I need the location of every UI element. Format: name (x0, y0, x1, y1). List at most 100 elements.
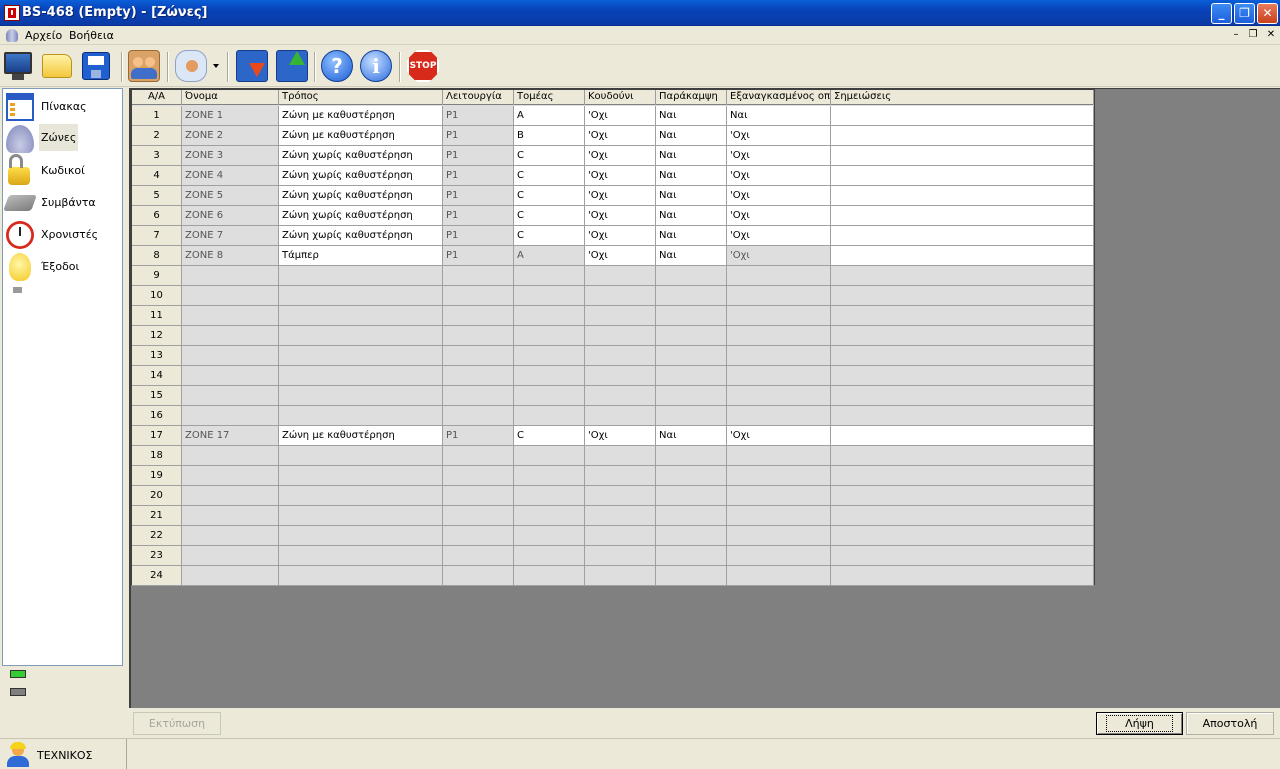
cell-bell[interactable] (585, 406, 656, 426)
cell-bypass[interactable]: Ναι (656, 146, 727, 166)
cell-forced[interactable]: 'Οχι (727, 186, 831, 206)
cell-forced[interactable] (727, 306, 831, 326)
cell-name[interactable] (182, 266, 279, 286)
cell-bell[interactable]: 'Οχι (585, 426, 656, 446)
cell-sector[interactable] (514, 446, 585, 466)
cell-bypass[interactable] (656, 446, 727, 466)
cell-name[interactable]: ZONE 3 (182, 146, 279, 166)
cell-bypass[interactable] (656, 406, 727, 426)
cell-function[interactable]: P1 (443, 186, 514, 206)
print-button[interactable]: Εκτύπωση (133, 712, 221, 735)
cell-name[interactable] (182, 546, 279, 566)
cell-sector[interactable] (514, 326, 585, 346)
cell-function[interactable] (443, 286, 514, 306)
cell-mode[interactable]: Ζώνη χωρίς καθυστέρηση (279, 186, 443, 206)
cell-sector[interactable] (514, 566, 585, 586)
cell-name[interactable] (182, 346, 279, 366)
header-col-forced[interactable]: Εξαναγκασμένος οπ (727, 90, 831, 105)
cell-bypass[interactable]: Ναι (656, 206, 727, 226)
cell-forced[interactable] (727, 546, 831, 566)
help-icon[interactable]: ? (321, 50, 353, 82)
header-col-bypass[interactable]: Παράκαμψη (656, 90, 727, 105)
cell-mode[interactable] (279, 466, 443, 486)
cell-forced[interactable] (727, 506, 831, 526)
minimize-button[interactable]: _ (1211, 3, 1232, 24)
cell-name[interactable]: ZONE 17 (182, 426, 279, 446)
cell-mode[interactable] (279, 326, 443, 346)
cell-sector[interactable] (514, 546, 585, 566)
download-icon[interactable] (236, 50, 268, 82)
cell-notes[interactable] (831, 246, 1094, 266)
cell-bypass[interactable]: Ναι (656, 186, 727, 206)
cell-function[interactable] (443, 506, 514, 526)
cell-forced[interactable] (727, 526, 831, 546)
cell-bell[interactable] (585, 386, 656, 406)
cell-bypass[interactable] (656, 526, 727, 546)
cell-notes[interactable] (831, 446, 1094, 466)
cell-function[interactable]: P1 (443, 426, 514, 446)
cell-notes[interactable] (831, 306, 1094, 326)
cell-name[interactable]: ZONE 2 (182, 126, 279, 146)
cell-notes[interactable] (831, 186, 1094, 206)
cell-forced[interactable]: 'Οχι (727, 166, 831, 186)
cell-bell[interactable] (585, 506, 656, 526)
cell-name[interactable] (182, 366, 279, 386)
cell-function[interactable] (443, 366, 514, 386)
cell-mode[interactable]: Ζώνη με καθυστέρηση (279, 126, 443, 146)
cell-function[interactable] (443, 346, 514, 366)
cell-bell[interactable] (585, 446, 656, 466)
cell-bell[interactable] (585, 306, 656, 326)
table-row[interactable]: 23 (132, 546, 1094, 566)
cell-forced[interactable]: 'Οχι (727, 126, 831, 146)
cell-name[interactable] (182, 486, 279, 506)
table-row[interactable]: 24 (132, 566, 1094, 586)
cell-forced[interactable]: 'Οχι (727, 226, 831, 246)
table-row[interactable]: 17 ZONE 17 Ζώνη με καθυστέρηση P1 C 'Οχι Ναι 'Ο… (132, 426, 1094, 446)
table-row[interactable]: 9 (132, 266, 1094, 286)
cell-mode[interactable] (279, 486, 443, 506)
cell-function[interactable]: P1 (443, 146, 514, 166)
cell-forced[interactable] (727, 566, 831, 586)
cell-name[interactable] (182, 506, 279, 526)
cell-function[interactable] (443, 406, 514, 426)
table-row[interactable]: 4 ZONE 4 Ζώνη χωρίς καθυστέρηση P1 C 'Οχι Ναι '… (132, 166, 1094, 186)
cell-notes[interactable] (831, 526, 1094, 546)
app-icon[interactable] (4, 5, 20, 21)
cell-name[interactable] (182, 386, 279, 406)
cell-forced[interactable]: Ναι (727, 106, 831, 126)
table-row[interactable]: 7 ZONE 7 Ζώνη χωρίς καθυστέρηση P1 C 'Οχι Ναι '… (132, 226, 1094, 246)
cell-function[interactable]: P1 (443, 226, 514, 246)
mdi-close-button[interactable]: ✕ (1264, 29, 1278, 42)
cell-bypass[interactable] (656, 566, 727, 586)
cell-sector[interactable] (514, 526, 585, 546)
cell-name[interactable] (182, 526, 279, 546)
menu-file[interactable]: Αρχείο (25, 29, 62, 42)
cell-function[interactable] (443, 566, 514, 586)
cell-mode[interactable]: Ζώνη χωρίς καθυστέρηση (279, 206, 443, 226)
cell-bypass[interactable] (656, 386, 727, 406)
cell-name[interactable] (182, 566, 279, 586)
header-col-notes[interactable]: Σημειώσεις (831, 90, 1094, 105)
cell-sector[interactable]: C (514, 146, 585, 166)
sidebar-item-outputs[interactable]: Έξοδοι (3, 251, 122, 281)
cell-mode[interactable] (279, 526, 443, 546)
header-col-sector[interactable]: Τομέας (514, 90, 585, 105)
cell-mode[interactable] (279, 386, 443, 406)
cell-bell[interactable]: 'Οχι (585, 186, 656, 206)
cell-notes[interactable] (831, 286, 1094, 306)
cell-name[interactable]: ZONE 7 (182, 226, 279, 246)
cell-sector[interactable]: B (514, 126, 585, 146)
cell-notes[interactable] (831, 566, 1094, 586)
cell-notes[interactable] (831, 326, 1094, 346)
cell-function[interactable]: P1 (443, 126, 514, 146)
cell-name[interactable]: ZONE 1 (182, 106, 279, 126)
cell-sector[interactable]: C (514, 426, 585, 446)
sidebar-item-events[interactable]: Συμβάντα (3, 187, 122, 217)
close-button[interactable]: ✕ (1257, 3, 1278, 24)
cell-bell[interactable]: 'Οχι (585, 146, 656, 166)
cell-sector[interactable] (514, 406, 585, 426)
cell-bell[interactable]: 'Οχι (585, 166, 656, 186)
cell-bell[interactable]: 'Οχι (585, 246, 656, 266)
cell-bell[interactable] (585, 526, 656, 546)
cell-forced[interactable] (727, 466, 831, 486)
